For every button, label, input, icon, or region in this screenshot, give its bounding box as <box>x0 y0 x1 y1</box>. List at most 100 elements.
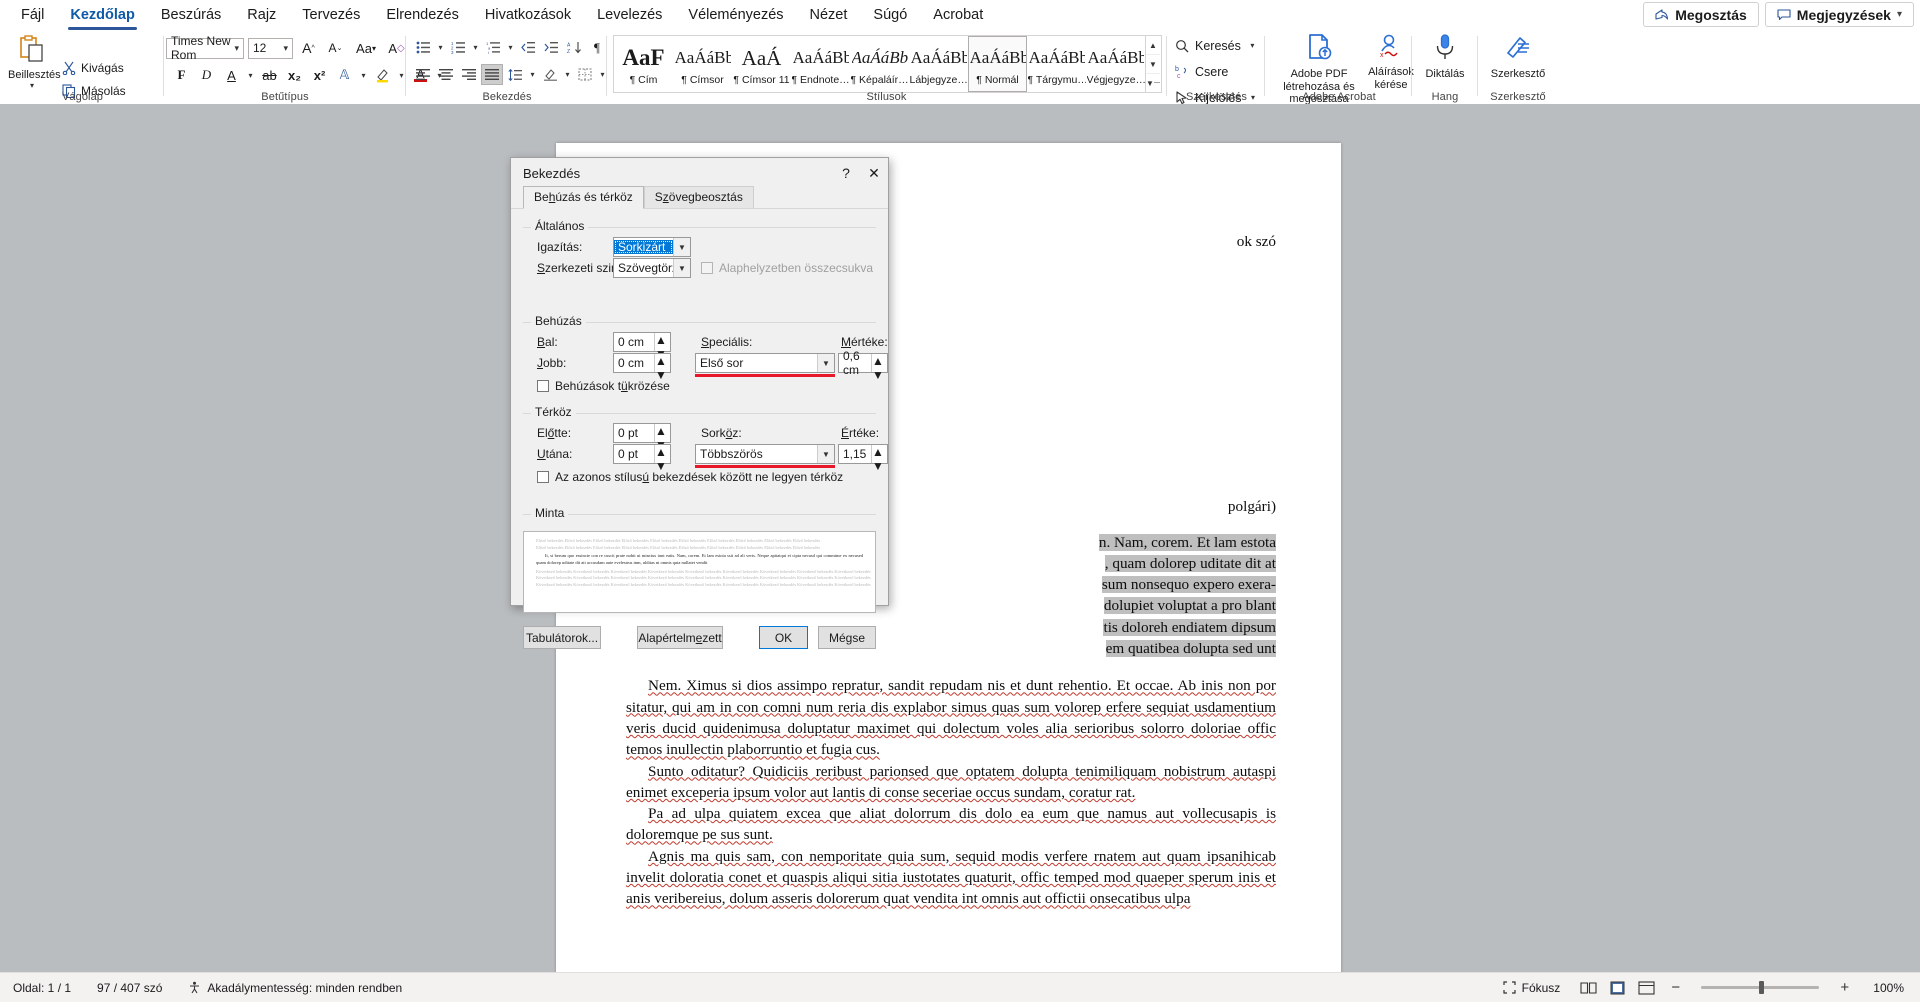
tab-kezdolap[interactable]: Kezdőlap <box>57 2 147 30</box>
dialog-titlebar[interactable]: Bekezdés ? ✕ <box>511 158 888 188</box>
spin-down-icon[interactable]: ▼ <box>872 368 887 382</box>
zoom-slider-thumb[interactable] <box>1759 981 1765 994</box>
word-count[interactable]: 97 / 407 szó <box>84 981 175 995</box>
ok-button[interactable]: OK <box>759 626 808 649</box>
alignment-combo[interactable]: Sorkizárt ▼ <box>613 237 691 257</box>
request-signatures-button[interactable]: x Aláírások kérése <box>1367 33 1415 91</box>
web-layout-button[interactable] <box>1633 977 1660 999</box>
zoom-out-button[interactable]: − <box>1662 977 1689 999</box>
scroll-up-icon[interactable]: ▲ <box>1146 36 1160 55</box>
find-button[interactable]: Keresés ▾ <box>1175 35 1259 56</box>
share-button[interactable]: Megosztás <box>1643 2 1759 27</box>
underline-button[interactable]: A <box>220 64 243 86</box>
chevron-down-icon[interactable]: ▾ <box>358 71 369 80</box>
chevron-down-icon[interactable]: ▼ <box>817 354 834 372</box>
dialog-tab-line-page-breaks[interactable]: Szövegbeosztás <box>643 186 754 208</box>
special-combo[interactable]: Első sor ▼ <box>695 353 835 373</box>
align-center-button[interactable] <box>435 64 457 85</box>
tab-tervezes[interactable]: Tervezés <box>289 2 373 29</box>
text-effects-button[interactable]: 𝔸 <box>333 64 356 86</box>
grow-font-button[interactable]: A ^ <box>297 37 320 59</box>
document-canvas[interactable]: ok szó polgári) n. Nam, corem. Et lam es… <box>0 104 1920 995</box>
cancel-button[interactable]: Mégse <box>817 626 876 649</box>
tab-hivatkozasok[interactable]: Hivatkozások <box>472 2 584 29</box>
read-mode-button[interactable] <box>1575 977 1602 999</box>
numbering-button[interactable]: 1 2 3 <box>447 37 469 58</box>
styles-scrollbar[interactable]: ▲ ▼ ▼ — <box>1145 36 1160 92</box>
editor-button[interactable]: Szerkesztő <box>1480 33 1556 81</box>
chevron-down-icon[interactable]: ▾ <box>562 70 573 79</box>
line-spacing-combo[interactable]: Többszörös ▼ <box>695 444 835 464</box>
no-space-same-style-checkbox[interactable]: Az azonos stílusú bekezdések között ne l… <box>537 470 843 484</box>
paste-button[interactable]: Beillesztés ▾ <box>8 34 61 90</box>
paragraph-dialog[interactable]: Bekezdés ? ✕ Behúzás és térköz Szövegbeo… <box>510 157 889 649</box>
checkbox-box[interactable] <box>537 380 549 392</box>
chevron-down-icon[interactable]: ▾ <box>283 43 288 54</box>
accessibility-status[interactable]: Akadálymentesség: minden rendben <box>175 981 415 995</box>
spin-up-icon[interactable]: ▲ <box>872 354 887 368</box>
indent-left-spinner[interactable]: 0 cm ▲▼ <box>613 332 671 361</box>
tab-fajl[interactable]: Fájl <box>8 2 57 29</box>
subscript-button[interactable]: x₂ <box>283 64 306 86</box>
collapsed-by-default-checkbox[interactable]: Alaphelyzetben összecsukva <box>701 261 873 275</box>
spin-up-icon[interactable]: ▲ <box>655 354 670 368</box>
chevron-down-icon[interactable]: ▾ <box>505 43 516 52</box>
font-family-combo[interactable]: Times New Rom ▾ <box>166 34 244 62</box>
chevron-down-icon[interactable]: ▾ <box>8 81 56 90</box>
tab-beszuras[interactable]: Beszúrás <box>148 2 234 29</box>
shading-button[interactable] <box>539 64 561 85</box>
checkbox-box[interactable] <box>537 471 549 483</box>
cut-button[interactable]: Kivágás <box>62 58 174 77</box>
scroll-down-icon[interactable]: ▼ <box>1146 55 1160 74</box>
decrease-indent-button[interactable] <box>517 37 539 58</box>
spin-up-icon[interactable]: ▲ <box>655 445 670 459</box>
align-left-button[interactable] <box>412 64 434 85</box>
chevron-down-icon[interactable]: ▼ <box>673 259 690 277</box>
set-default-button[interactable]: Alapértelm e zett <box>637 626 723 649</box>
page-indicator[interactable]: Oldal: 1 / 1 <box>0 981 84 995</box>
increase-indent-button[interactable] <box>540 37 562 58</box>
dictate-button[interactable]: Diktálás <box>1414 33 1476 81</box>
comments-button[interactable]: Megjegyzések ▾ <box>1764 2 1914 27</box>
multilevel-list-button[interactable]: 1 a i <box>482 37 504 58</box>
font-size-combo[interactable]: 12 ▾ <box>248 37 293 59</box>
bullets-button[interactable] <box>412 37 434 58</box>
tab-levelezes[interactable]: Levelezés <box>584 2 675 29</box>
style-endnote[interactable]: AaÁáBbC ¶ Endnote… <box>791 36 850 92</box>
style-labjegyzet[interactable]: AaÁáBbC Lábjegyze… <box>909 36 968 92</box>
spin-up-icon[interactable]: ▲ <box>872 445 887 459</box>
style-normal[interactable]: AaÁáBbC ¶ Normál <box>968 36 1027 92</box>
tab-nezet[interactable]: Nézet <box>797 2 861 29</box>
shrink-font-button[interactable]: A ⌄ <box>324 37 347 59</box>
replace-button[interactable]: b c Csere <box>1175 61 1259 82</box>
change-case-button[interactable]: Aa ▾ <box>351 37 381 59</box>
borders-button[interactable] <box>574 64 596 85</box>
chevron-down-icon[interactable]: ▾ <box>245 71 256 80</box>
styles-gallery[interactable]: AaF ¶ Cím AaÁáBb ¶ Címsor AaÁ ¶ Címsor 1… <box>613 35 1162 93</box>
dialog-tab-indents-spacing[interactable]: Behúzás és térköz <box>523 186 644 209</box>
justify-button[interactable] <box>481 64 503 85</box>
focus-button[interactable]: Fókusz <box>1490 981 1574 995</box>
sort-button[interactable]: A Z <box>563 37 585 58</box>
outline-level-combo[interactable]: Szövegtörzs ▼ <box>613 258 691 278</box>
tabs-button[interactable]: Tabulátorok... <box>523 626 601 649</box>
chevron-down-icon[interactable]: ▾ <box>234 43 239 54</box>
tab-acrobat[interactable]: Acrobat <box>920 2 996 29</box>
help-button[interactable]: ? <box>832 159 860 187</box>
tab-elrendezes[interactable]: Elrendezés <box>373 2 472 29</box>
style-cim[interactable]: AaF ¶ Cím <box>614 36 673 92</box>
mirror-indents-checkbox[interactable]: Behúzások tükrözése <box>537 379 670 393</box>
chevron-down-icon[interactable]: ▾ <box>435 43 446 52</box>
checkbox-box[interactable] <box>701 262 713 274</box>
tab-velemenyezes[interactable]: Véleményezés <box>675 2 796 29</box>
chevron-down-icon[interactable]: ▾ <box>1247 41 1258 50</box>
style-cimsor[interactable]: AaÁáBb ¶ Címsor <box>673 36 732 92</box>
superscript-button[interactable]: x² <box>308 64 331 86</box>
align-right-button[interactable] <box>458 64 480 85</box>
strikethrough-button[interactable]: ab <box>258 64 281 86</box>
tab-rajz[interactable]: Rajz <box>234 2 289 29</box>
zoom-level[interactable]: 100% <box>1860 981 1908 995</box>
tab-sugo[interactable]: Súgó <box>860 2 920 29</box>
indent-right-spinner[interactable]: 0 cm ▲ ▼ <box>613 353 671 382</box>
highlight-color-button[interactable] <box>371 64 394 86</box>
